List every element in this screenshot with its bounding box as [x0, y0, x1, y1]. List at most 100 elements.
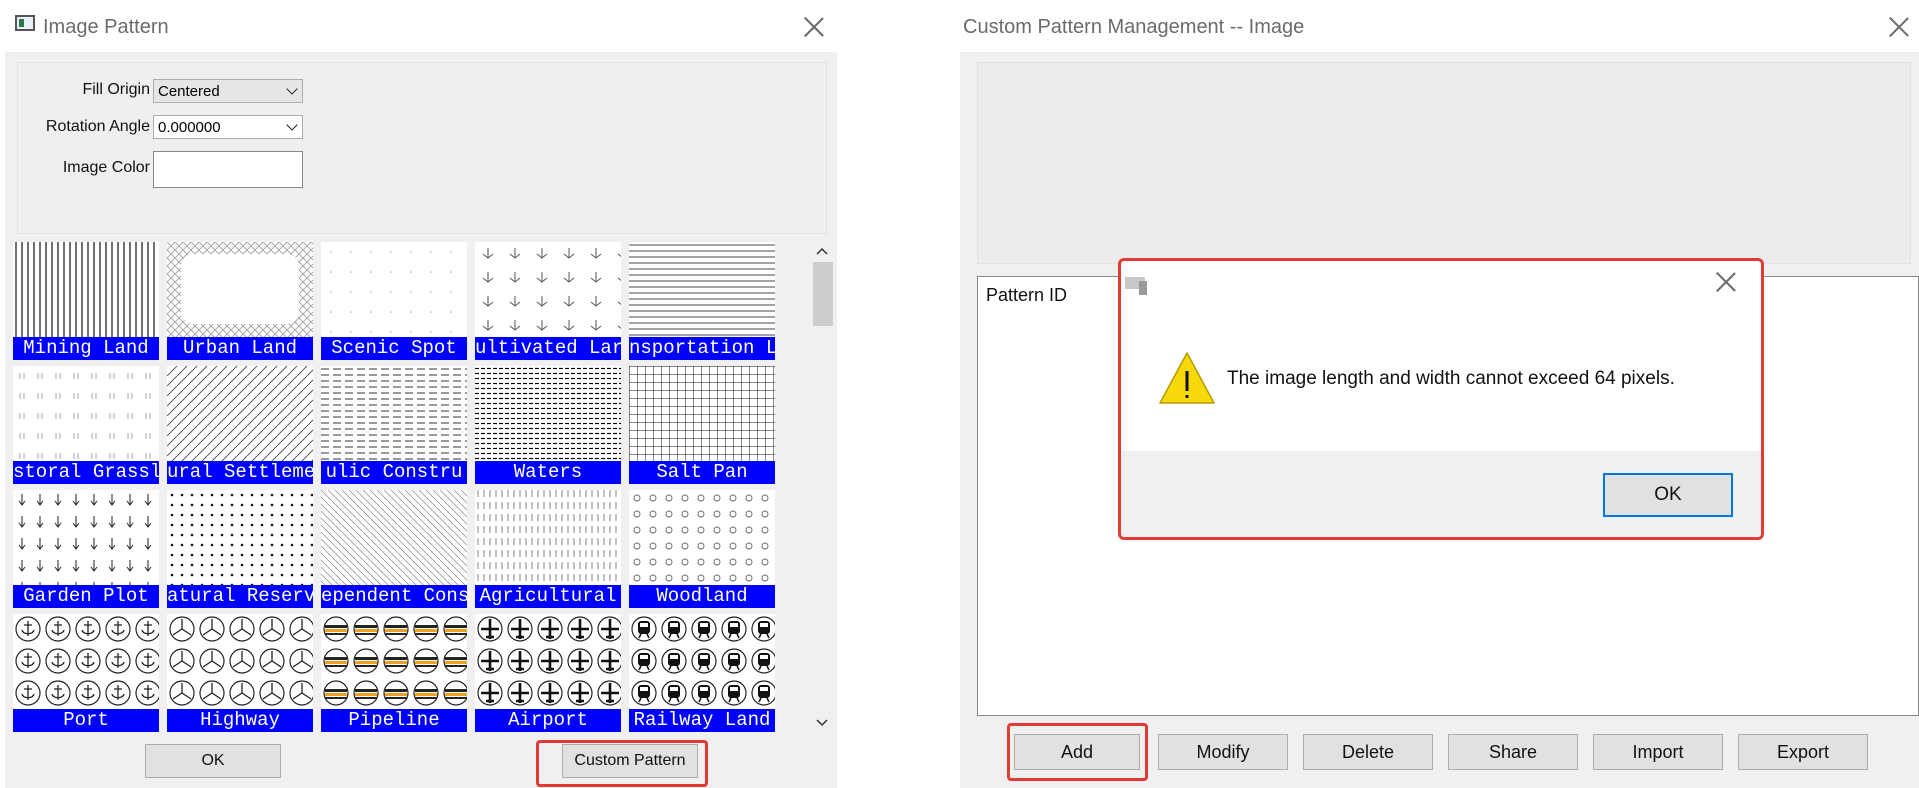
pattern-cell[interactable]: Agricultural	[475, 490, 621, 608]
pattern-cell[interactable]: Railway Land	[629, 614, 775, 732]
tree-symbol-pattern	[475, 242, 621, 337]
scroll-down-icon[interactable]	[815, 718, 829, 728]
pattern-cell[interactable]: Port	[13, 614, 159, 732]
pattern-cell[interactable]: Garden Plot	[13, 490, 159, 608]
pattern-label: Port	[13, 709, 159, 732]
add-button-highlight	[1007, 723, 1148, 781]
pattern-label: Airport	[475, 709, 621, 732]
grid-pattern	[629, 366, 775, 461]
sparse-dots-pattern	[321, 242, 467, 337]
pattern-cell[interactable]: Pipeline	[321, 614, 467, 732]
image-color-label: Image Color	[62, 159, 150, 176]
pattern-label: Railway Land	[629, 709, 775, 732]
circle-pattern	[629, 490, 775, 585]
pattern-label: Pipeline	[321, 709, 467, 732]
pattern-label: ulic Constru	[321, 461, 467, 484]
pattern-label: Garden Plot	[13, 585, 159, 608]
horizontal-lines-pattern	[629, 242, 775, 337]
pattern-label: ultivated Lar	[475, 337, 621, 360]
grass-tick-pattern	[13, 366, 159, 461]
pattern-label: Salt Pan	[629, 461, 775, 484]
preview-area	[977, 62, 1911, 264]
dot-grid-pattern	[167, 490, 313, 585]
warning-dialog: The image length and width cannot exceed…	[1118, 258, 1764, 540]
vertical-dashes-pattern	[475, 490, 621, 585]
fill-origin-value: Centered	[158, 83, 220, 100]
chevron-down-icon	[286, 119, 298, 131]
share-button[interactable]: Share	[1448, 734, 1578, 770]
pattern-cell[interactable]: ultivated Lar	[475, 242, 621, 360]
arrow-down-pattern	[13, 490, 159, 585]
pattern-cell[interactable]: ulic Constru	[321, 366, 467, 484]
pattern-cell[interactable]: ependent Cons	[321, 490, 467, 608]
thin-diagonal-pattern	[321, 490, 467, 585]
title-bar: Custom Pattern Management -- Image	[960, 4, 1919, 52]
rotation-angle-value: 0.000000	[158, 119, 221, 136]
modify-button[interactable]: Modify	[1158, 734, 1288, 770]
scroll-up-icon[interactable]	[815, 246, 829, 256]
pattern-cell[interactable]: Salt Pan	[629, 366, 775, 484]
pattern-id-header: Pattern ID	[986, 285, 1068, 305]
chevron-down-icon	[286, 83, 298, 95]
vertical-lines-pattern	[13, 242, 159, 337]
pattern-cell[interactable]: Highway	[167, 614, 313, 732]
pattern-label: Highway	[167, 709, 313, 732]
pattern-cell[interactable]: atural Reserv	[167, 490, 313, 608]
pattern-label: nsportation L	[629, 337, 775, 360]
pattern-grid: Mining Land Urban Land Scenic Spot ultivate…	[13, 242, 783, 738]
rotation-angle-select[interactable]: 0.000000	[153, 115, 303, 139]
close-icon[interactable]	[1884, 12, 1914, 42]
rotation-angle-label: Rotation Angle	[45, 118, 150, 135]
pattern-cell[interactable]: Urban Land	[167, 242, 313, 360]
pattern-cell[interactable]: storal Grassl	[13, 366, 159, 484]
crosshatch-border-pattern	[167, 242, 313, 337]
pattern-scrollbar[interactable]	[811, 240, 833, 736]
dialog-close-icon[interactable]	[1711, 267, 1741, 297]
fill-origin-label: Fill Origin	[82, 81, 150, 98]
dialog-app-icon-mark	[1139, 281, 1147, 295]
pattern-cell[interactable]: Scenic Spot	[321, 242, 467, 360]
pattern-label: ural Settleme	[167, 461, 313, 484]
custom-pattern-highlight	[536, 740, 708, 787]
close-icon[interactable]	[799, 12, 829, 42]
import-button[interactable]: Import	[1593, 734, 1723, 770]
pattern-cell[interactable]: Airport	[475, 614, 621, 732]
scrollbar-thumb[interactable]	[813, 262, 833, 326]
train-icon-pattern	[629, 614, 775, 709]
pattern-cell[interactable]: ural Settleme	[167, 366, 313, 484]
pattern-label: Mining Land	[13, 337, 159, 360]
pattern-label: storal Grassl	[13, 461, 159, 484]
warning-icon	[1159, 352, 1215, 404]
pattern-label: Urban Land	[167, 337, 313, 360]
image-pattern-window: Image Pattern Fill Origin Centered Rotat…	[5, 4, 837, 788]
dense-dashed-lines-pattern	[475, 366, 621, 461]
dialog-ok-button[interactable]: OK	[1603, 473, 1733, 517]
anchor-icon-pattern	[13, 614, 159, 709]
ok-button[interactable]: OK	[145, 744, 281, 778]
pattern-cell[interactable]: Mining Land	[13, 242, 159, 360]
three-spoke-icon-pattern	[167, 614, 313, 709]
image-color-swatch[interactable]	[153, 151, 303, 188]
pattern-label: Woodland	[629, 585, 775, 608]
pattern-cell[interactable]: Woodland	[629, 490, 775, 608]
pipeline-icon-pattern	[321, 614, 467, 709]
custom-pattern-management-window: Custom Pattern Management -- Image Patte…	[960, 4, 1919, 788]
pattern-label: Agricultural	[475, 585, 621, 608]
window-title: Custom Pattern Management -- Image	[963, 16, 1305, 38]
dialog-message: The image length and width cannot exceed…	[1227, 368, 1675, 389]
dashed-lines-pattern	[321, 366, 467, 461]
airplane-icon-pattern	[475, 614, 621, 709]
pattern-label: Scenic Spot	[321, 337, 467, 360]
app-icon	[15, 15, 35, 31]
delete-button[interactable]: Delete	[1303, 734, 1433, 770]
export-button[interactable]: Export	[1738, 734, 1868, 770]
pattern-label: Waters	[475, 461, 621, 484]
fill-origin-select[interactable]: Centered	[153, 79, 303, 103]
title-bar: Image Pattern	[5, 4, 837, 52]
pattern-cell[interactable]: Waters	[475, 366, 621, 484]
pattern-cell[interactable]: nsportation L	[629, 242, 775, 360]
pattern-label: ependent Cons	[321, 585, 467, 608]
window-title: Image Pattern	[43, 16, 169, 38]
diagonal-lines-pattern	[167, 366, 313, 461]
pattern-label: atural Reserv	[167, 585, 313, 608]
